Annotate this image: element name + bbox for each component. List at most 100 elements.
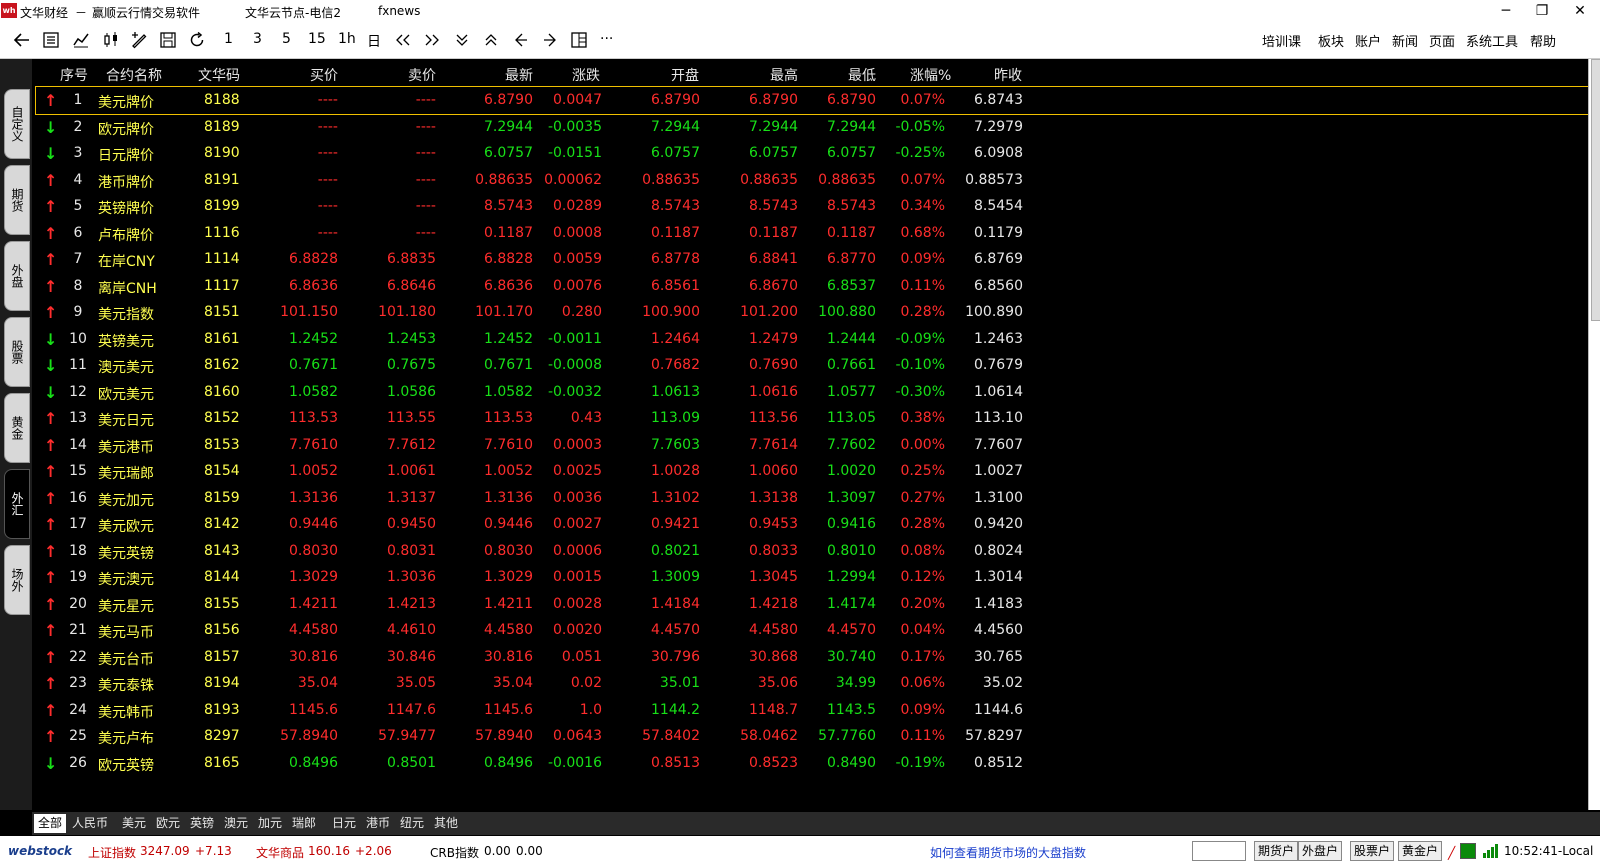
table-row[interactable]: ↑ 20 美元星元 8155 1.4211 1.4213 1.4211 0.0028 1.418…: [36, 591, 1589, 618]
restore-button[interactable]: ❐: [1524, 0, 1560, 22]
table-row[interactable]: ↑ 16 美元加元 8159 1.3136 1.3137 1.3136 0.0036 1.310…: [36, 485, 1589, 512]
table-row[interactable]: ↑ 6 卢布牌价 1116 ---- ---- 0.1187 0.0008 0.1187 0.11…: [36, 220, 1589, 247]
quote-list-icon[interactable]: [40, 29, 62, 51]
bottom-tab-8[interactable]: 日元: [328, 814, 360, 833]
back-icon[interactable]: [11, 29, 33, 51]
bottom-tab-3[interactable]: 欧元: [152, 814, 184, 833]
menu-help[interactable]: 帮助: [1530, 31, 1556, 50]
table-row[interactable]: ↓ 10 英镑美元 8161 1.2452 1.2453 1.2452 -0.0011 1.24…: [36, 326, 1589, 353]
table-row[interactable]: ↑ 17 美元欧元 8142 0.9446 0.9450 0.9446 0.0027 0.942…: [36, 511, 1589, 538]
table-row[interactable]: ↑ 19 美元澳元 8144 1.3029 1.3036 1.3029 0.0015 1.300…: [36, 564, 1589, 591]
table-row[interactable]: ↑ 21 美元马币 8156 4.4580 4.4610 4.4580 0.0020 4.457…: [36, 617, 1589, 644]
menu-account[interactable]: 账户: [1355, 31, 1381, 50]
bottom-tab-1[interactable]: 人民币: [68, 814, 112, 833]
quick-search-input[interactable]: [1192, 841, 1246, 861]
scroll-up-icon[interactable]: [480, 29, 502, 51]
table-row[interactable]: ↑ 14 美元港币 8153 7.7610 7.7612 7.7610 0.0003 7.760…: [36, 432, 1589, 459]
col-header-ask[interactable]: 卖价: [408, 65, 436, 85]
foreign-account-button[interactable]: 外盘户: [1298, 841, 1343, 861]
col-header-open[interactable]: 开盘: [671, 65, 699, 85]
table-row[interactable]: ↑ 22 美元台币 8157 30.816 30.846 30.816 0.051 30.796…: [36, 644, 1589, 671]
tab-otc[interactable]: 场外: [4, 545, 30, 615]
col-header-prev-close[interactable]: 昨收: [994, 65, 1022, 85]
cell-low: 34.99: [835, 675, 876, 691]
vertical-scrollbar[interactable]: [1588, 59, 1600, 810]
tab-forex[interactable]: 外汇: [4, 469, 30, 539]
next-contract-icon[interactable]: [421, 29, 443, 51]
bottom-tab-10[interactable]: 纽元: [396, 814, 428, 833]
close-button[interactable]: ✕: [1562, 0, 1598, 22]
tab-custom[interactable]: 自定义: [4, 89, 30, 159]
table-row[interactable]: ↑ 7 在岸CNY 1114 6.8828 6.8835 6.8828 0.0059 6.877…: [36, 246, 1589, 273]
tab-stocks[interactable]: 股票: [4, 317, 30, 387]
table-row[interactable]: ↑ 23 美元泰铢 8194 35.04 35.05 35.04 0.02 35.01 35.06…: [36, 670, 1589, 697]
news-label[interactable]: fxnews: [378, 4, 420, 18]
stock-account-button[interactable]: 股票户: [1350, 841, 1395, 861]
table-row[interactable]: ↑ 15 美元瑞郎 8154 1.0052 1.0061 1.0052 0.0025 1.002…: [36, 458, 1589, 485]
period-15min[interactable]: 15: [308, 31, 326, 47]
table-row[interactable]: ↑ 24 美元韩币 8193 1145.6 1147.6 1145.6 1.0 1144.2 11…: [36, 697, 1589, 724]
layout-icon[interactable]: [568, 29, 590, 51]
table-row[interactable]: ↑ 4 港币牌价 8191 ---- ---- 0.88635 0.00062 0.88635 0…: [36, 167, 1589, 194]
table-row[interactable]: ↑ 8 离岸CNH 1117 6.8636 6.8646 6.8636 0.0076 6.856…: [36, 273, 1589, 300]
kline-chart-icon[interactable]: [100, 29, 122, 51]
table-row[interactable]: ↑ 1 美元牌价 8188 ---- ---- 6.8790 0.0047 6.8790 6.87…: [35, 86, 1590, 115]
col-header-code[interactable]: 文华码: [198, 65, 240, 85]
col-header-name[interactable]: 合约名称: [106, 65, 162, 85]
col-header-high[interactable]: 最高: [770, 65, 798, 85]
col-header-last[interactable]: 最新: [505, 65, 533, 85]
table-row[interactable]: ↓ 11 澳元美元 8162 0.7671 0.7675 0.7671 -0.0008 0.76…: [36, 352, 1589, 379]
save-icon[interactable]: [157, 29, 179, 51]
table-row[interactable]: ↓ 26 欧元英镑 8165 0.8496 0.8501 0.8496 -0.0016 0.85…: [36, 750, 1589, 777]
refresh-icon[interactable]: [186, 29, 208, 51]
minimize-button[interactable]: ─: [1488, 0, 1524, 22]
menu-training[interactable]: 培训课: [1262, 31, 1301, 50]
drawing-tool-icon[interactable]: [128, 29, 150, 51]
bottom-tab-7[interactable]: 瑞郎: [288, 814, 320, 833]
bottom-tab-9[interactable]: 港币: [362, 814, 394, 833]
timeshare-chart-icon[interactable]: [70, 29, 92, 51]
table-row[interactable]: ↑ 13 美元日元 8152 113.53 113.55 113.53 0.43 113.09 1…: [36, 405, 1589, 432]
arrow-right-icon[interactable]: [539, 29, 561, 51]
gold-account-button[interactable]: 黄金户: [1398, 841, 1443, 861]
prev-contract-icon[interactable]: [392, 29, 414, 51]
scrollbar-thumb[interactable]: [1591, 59, 1600, 321]
news-link[interactable]: 如何查看期货市场的大盘指数: [930, 844, 1086, 861]
table-row[interactable]: ↓ 12 欧元美元 8160 1.0582 1.0586 1.0582 -0.0032 1.06…: [36, 379, 1589, 406]
period-3min[interactable]: 3: [253, 31, 262, 47]
period-5min[interactable]: 5: [282, 31, 291, 47]
period-1min[interactable]: 1: [224, 31, 233, 47]
col-header-change[interactable]: 涨跌: [572, 65, 600, 85]
table-row[interactable]: ↑ 5 英镑牌价 8199 ---- ---- 8.5743 0.0289 8.5743 8.57…: [36, 193, 1589, 220]
menu-sector[interactable]: 板块: [1318, 31, 1344, 50]
table-row[interactable]: ↑ 25 美元卢布 8297 57.8940 57.9477 57.8940 0.0643 57…: [36, 723, 1589, 750]
tab-foreign-market[interactable]: 外盘: [4, 241, 30, 311]
arrow-left-icon[interactable]: [510, 29, 532, 51]
col-header-index[interactable]: 序号: [60, 65, 88, 85]
menu-system-tools[interactable]: 系统工具: [1466, 31, 1518, 50]
futures-account-button[interactable]: 期货户: [1254, 841, 1299, 861]
bottom-tab-6[interactable]: 加元: [254, 814, 286, 833]
table-row[interactable]: ↑ 9 美元指数 8151 101.150 101.180 101.170 0.280 100.…: [36, 299, 1589, 326]
table-row[interactable]: ↓ 3 日元牌价 8190 ---- ---- 6.0757 -0.0151 6.0757 6.0…: [36, 140, 1589, 167]
webstock-logo[interactable]: webstock: [8, 844, 72, 858]
table-row[interactable]: ↑ 18 美元英镑 8143 0.8030 0.8031 0.8030 0.0006 0.802…: [36, 538, 1589, 565]
bottom-tab-11[interactable]: 其他: [430, 814, 462, 833]
bottom-tab-2[interactable]: 美元: [118, 814, 150, 833]
col-header-bid[interactable]: 买价: [310, 65, 338, 85]
tab-gold[interactable]: 黄金: [4, 393, 30, 463]
server-node[interactable]: 文华云节点-电信2: [245, 4, 341, 21]
menu-page[interactable]: 页面: [1429, 31, 1455, 50]
col-header-pct[interactable]: 涨幅%: [910, 65, 951, 85]
tab-futures[interactable]: 期货: [4, 165, 30, 235]
bottom-tab-4[interactable]: 英镑: [186, 814, 218, 833]
col-header-low[interactable]: 最低: [848, 65, 876, 85]
scroll-down-icon[interactable]: [451, 29, 473, 51]
bottom-tab-0[interactable]: 全部: [34, 814, 67, 833]
period-1h[interactable]: 1h: [338, 31, 356, 47]
menu-news[interactable]: 新闻: [1392, 31, 1418, 50]
table-row[interactable]: ↓ 2 欧元牌价 8189 ---- ---- 7.2944 -0.0035 7.2944 7.2…: [36, 114, 1589, 141]
bottom-tab-5[interactable]: 澳元: [220, 814, 252, 833]
period-day[interactable]: 日: [367, 31, 381, 51]
more-button[interactable]: ···: [600, 31, 613, 47]
